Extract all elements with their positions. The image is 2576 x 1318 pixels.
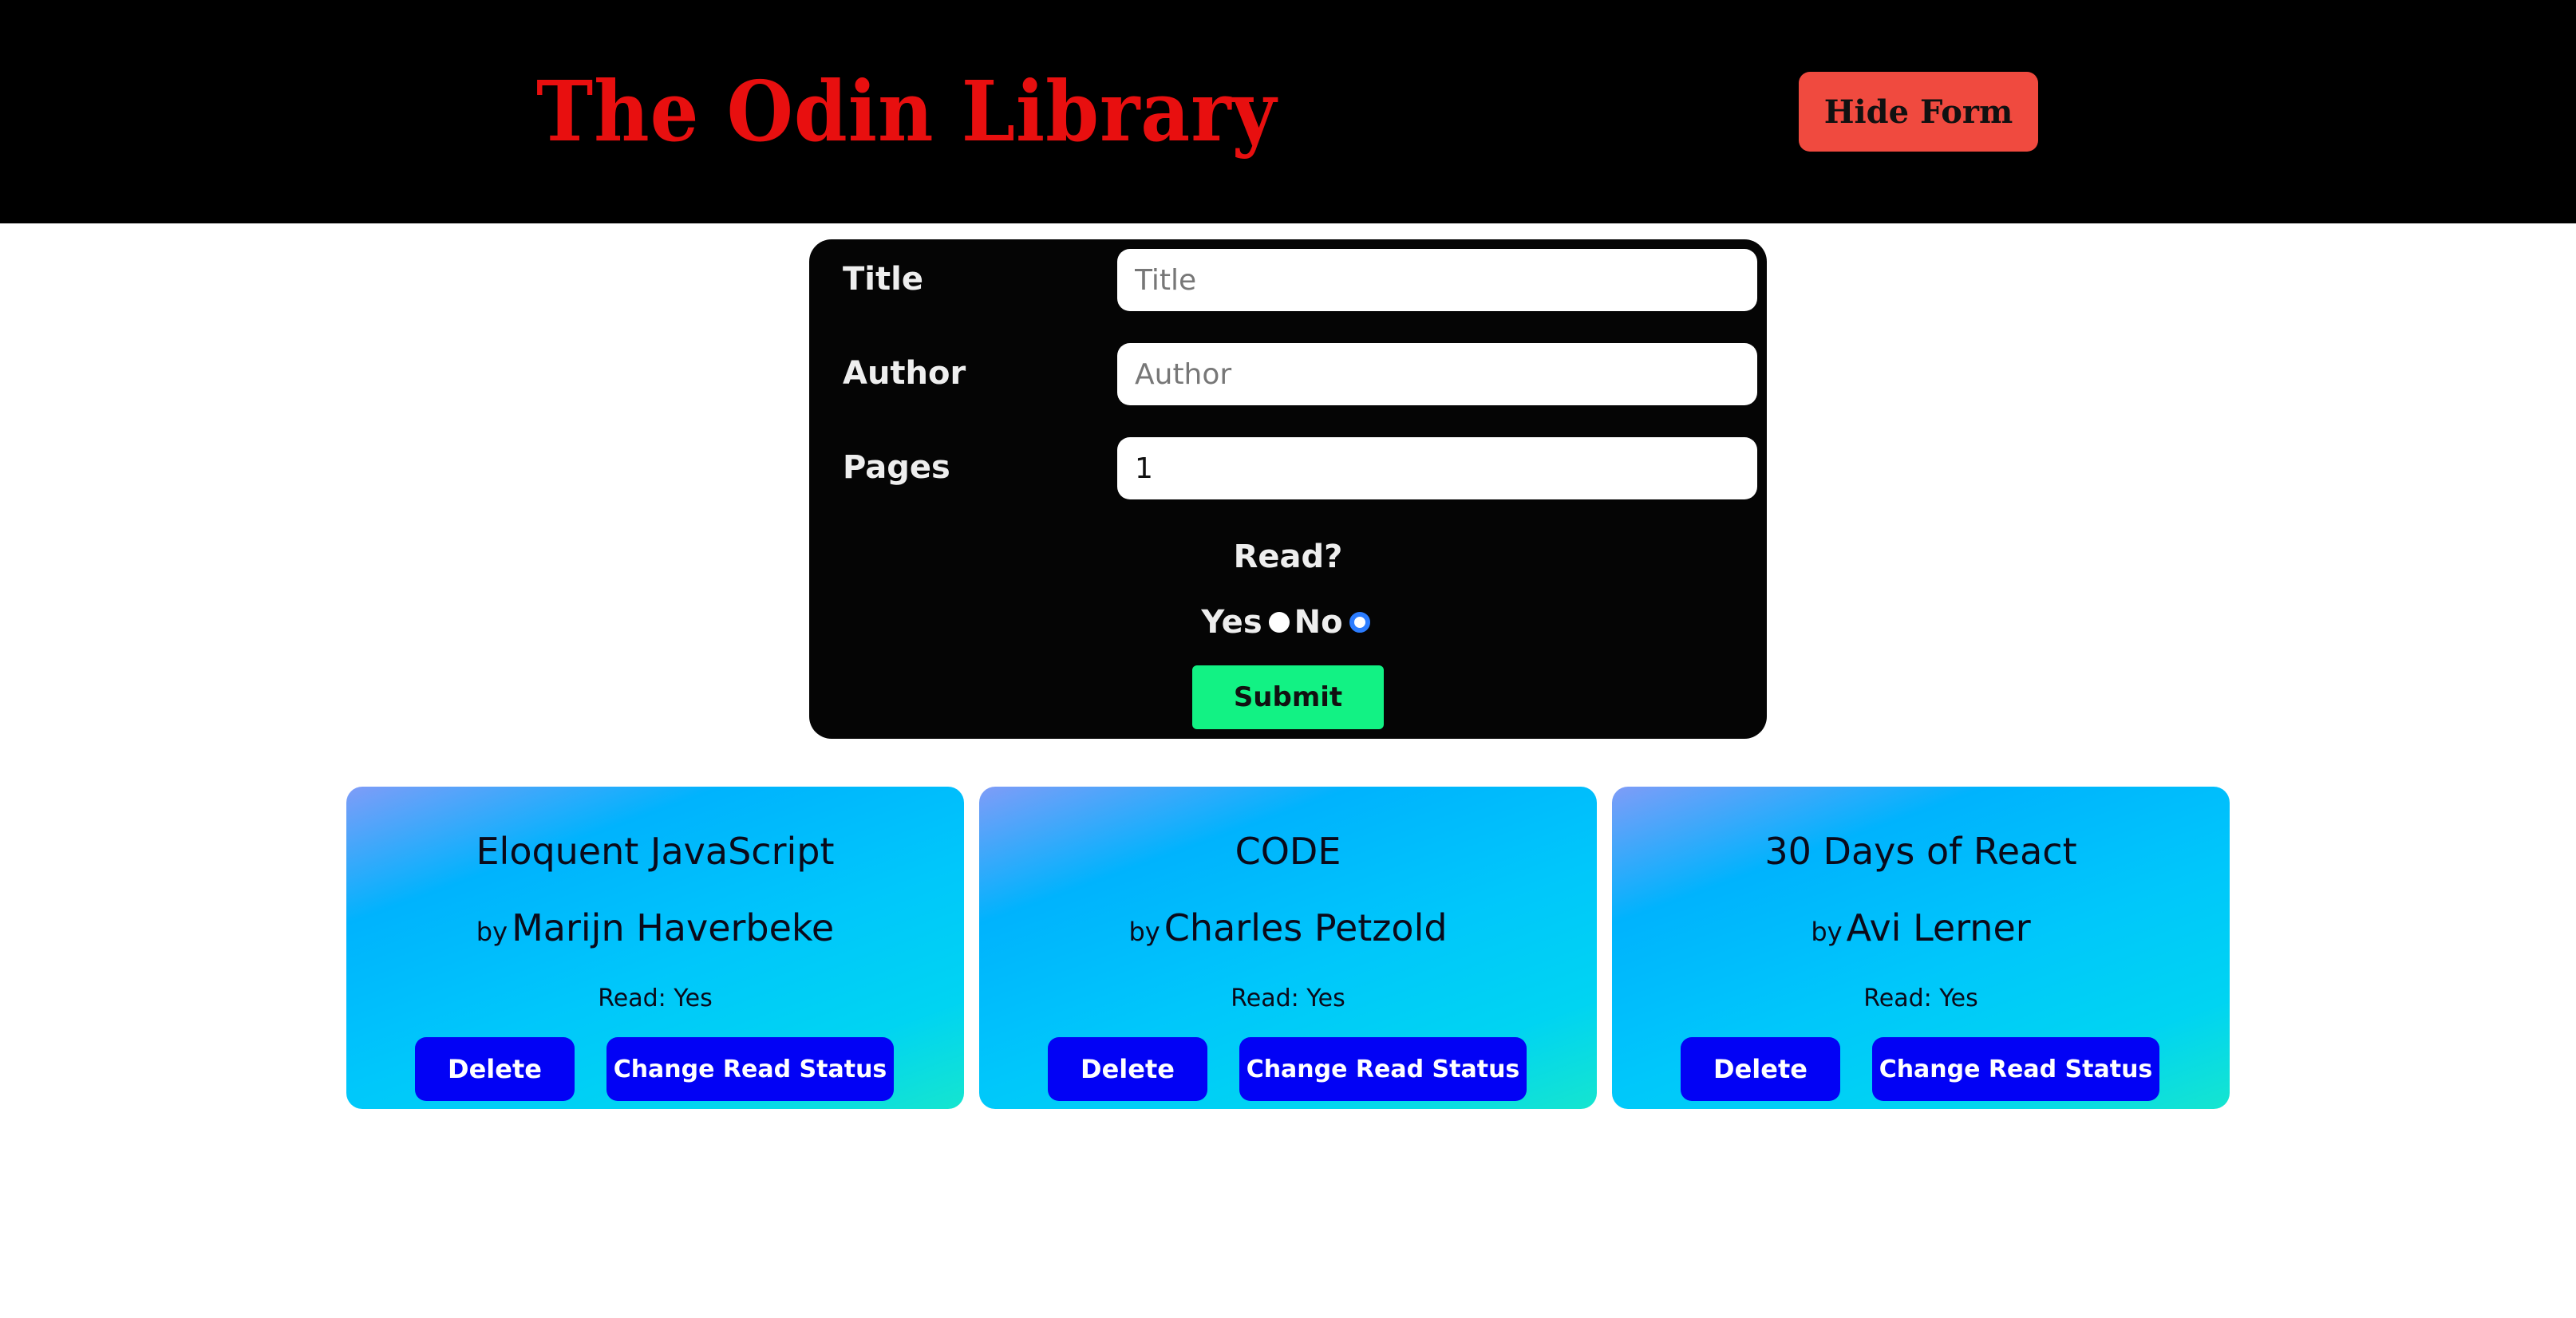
book-card: CODE by Charles Petzold Read: Yes Delete… bbox=[979, 787, 1597, 1109]
pages-input[interactable] bbox=[1117, 437, 1757, 499]
read-radio-group: Yes No bbox=[809, 600, 1767, 645]
book-card: 30 Days of React by Avi Lerner Read: Yes… bbox=[1612, 787, 2230, 1109]
book-author-line: by Avi Lerner bbox=[1612, 905, 2230, 960]
add-book-form: Title Author Pages Read? Yes No Submit bbox=[809, 239, 1767, 739]
pages-label: Pages bbox=[843, 449, 950, 486]
book-title: CODE bbox=[1235, 830, 1341, 873]
book-author: Marijn Haverbeke bbox=[512, 906, 835, 949]
book-title: Eloquent JavaScript bbox=[476, 830, 835, 873]
header: The Odin Library Hide Form bbox=[0, 0, 2576, 223]
read-no-radio[interactable] bbox=[1349, 612, 1370, 633]
read-status: Read: Yes bbox=[1863, 985, 1978, 1012]
by-label: by bbox=[1128, 917, 1160, 947]
book-card: Eloquent JavaScript by Marijn Haverbeke … bbox=[346, 787, 964, 1109]
book-author-line: by Charles Petzold bbox=[979, 905, 1597, 960]
title-input[interactable] bbox=[1117, 249, 1757, 311]
by-label: by bbox=[476, 917, 508, 947]
yes-label: Yes bbox=[1201, 604, 1262, 641]
delete-button[interactable]: Delete bbox=[415, 1037, 575, 1101]
read-question: Read? bbox=[1233, 539, 1343, 575]
read-status: Read: Yes bbox=[598, 985, 713, 1012]
book-title: 30 Days of React bbox=[1764, 830, 2077, 873]
change-read-status-button[interactable]: Change Read Status bbox=[1872, 1037, 2159, 1101]
book-author: Charles Petzold bbox=[1164, 906, 1448, 949]
change-read-status-button[interactable]: Change Read Status bbox=[1239, 1037, 1527, 1101]
book-author-line: by Marijn Haverbeke bbox=[346, 905, 964, 960]
change-read-status-button[interactable]: Change Read Status bbox=[606, 1037, 894, 1101]
by-label: by bbox=[1811, 917, 1843, 947]
title-label: Title bbox=[843, 261, 923, 298]
hide-form-button[interactable]: Hide Form bbox=[1799, 72, 2038, 152]
delete-button[interactable]: Delete bbox=[1048, 1037, 1207, 1101]
submit-button[interactable]: Submit bbox=[1192, 665, 1384, 729]
delete-button[interactable]: Delete bbox=[1681, 1037, 1840, 1101]
read-status: Read: Yes bbox=[1231, 985, 1345, 1012]
no-label: No bbox=[1294, 604, 1343, 641]
author-label: Author bbox=[843, 355, 966, 392]
author-input[interactable] bbox=[1117, 343, 1757, 405]
read-yes-radio[interactable] bbox=[1268, 612, 1290, 633]
site-title: The Odin Library bbox=[536, 62, 1278, 160]
book-author: Avi Lerner bbox=[1846, 906, 2031, 949]
